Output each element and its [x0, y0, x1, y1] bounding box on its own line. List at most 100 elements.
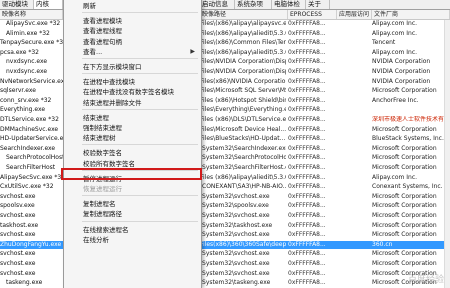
process-company: Microsoft Corporation — [372, 125, 437, 133]
menu-item-label: 结束进程 — [83, 113, 109, 122]
process-path: \System32\taskhost.exe — [200, 221, 273, 229]
menu-item[interactable]: 结束进程树 — [64, 132, 201, 144]
process-company: Microsoft Corporation — [372, 144, 437, 152]
menu-separator — [82, 108, 198, 110]
process-eprocess: 0xFFFFFA8... — [288, 48, 326, 56]
process-name: AlipaySecSvc.exe *32 — [0, 173, 63, 181]
menu-item-label: 查看进程模块 — [83, 17, 122, 26]
menu-item[interactable]: 在线分析 — [64, 234, 201, 246]
process-eprocess: 0xFFFFFA8... — [288, 20, 326, 27]
tab-startup-info[interactable]: 启动信息 — [200, 0, 235, 9]
process-eprocess: 0xFFFFFA8... — [288, 58, 326, 66]
column-header-eprocess[interactable]: EPROCESS — [288, 10, 337, 19]
process-path: Files\(x86)\alipay\aliedit\5.3.0.3... — [200, 29, 286, 37]
tab-pc-checkup[interactable]: 电脑体检 — [272, 0, 306, 9]
process-name: svchost.exe — [0, 231, 36, 239]
menu-item-label: 恢复进程运行 — [83, 185, 122, 193]
vertical-scrollbar[interactable] — [444, 20, 450, 288]
watermark: 百度经验 — [407, 275, 444, 285]
tab-system-misc[interactable]: 系统杂项 — [235, 0, 272, 9]
process-eprocess: 0xFFFFFA8... — [288, 125, 326, 133]
process-eprocess: 0xFFFFFA8... — [288, 183, 326, 191]
process-company: NVIDIA Corporation — [372, 77, 431, 85]
process-company: Microsoft Corporation — [372, 250, 437, 258]
process-company: Microsoft Corporation — [372, 87, 437, 95]
process-company: 360.cn — [372, 240, 393, 248]
column-header-path[interactable]: 映像路径 — [200, 10, 288, 19]
process-path: Files (x86)\alipay\aliedit\5.3.0.3... — [200, 173, 286, 181]
process-eprocess: 0xFFFFFA8... — [288, 68, 326, 75]
red-highlight-box — [61, 168, 202, 180]
submenu-arrow-icon: ▶ — [190, 47, 195, 55]
process-eprocess: 0xFFFFFA8... — [288, 164, 326, 171]
process-name: conn_srv.exe *32 — [0, 96, 52, 104]
menu-separator — [82, 12, 198, 14]
menu-item-label: 在线搜索进程名 — [83, 225, 129, 234]
tab-about[interactable]: 关于 — [306, 0, 330, 9]
process-path: \System32\svchost.exe — [200, 192, 270, 200]
process-eprocess: 0xFFFFFA8... — [288, 279, 326, 287]
menu-item[interactable]: 查看... ▶ — [64, 46, 201, 58]
process-name: SearchFilterHost — [6, 164, 56, 171]
process-path: \System32\SearchProtocolHost... — [200, 154, 286, 162]
process-name: taskhost.exe — [0, 221, 39, 229]
process-name: SearchIndexer.exe — [0, 144, 56, 152]
process-name: SearchProtocolHost — [6, 154, 63, 162]
menu-item[interactable]: 刷新 — [64, 0, 201, 12]
menu-item[interactable]: 结束进程并删除文件 — [64, 97, 201, 109]
tab-kernel[interactable]: 内核 — [34, 0, 63, 9]
process-company: Alipay.com Inc. — [372, 29, 418, 37]
process-name: svchost.exe — [0, 269, 36, 277]
process-path: \System32\SearchFilterHost.exe — [200, 164, 286, 171]
process-eprocess: 0xFFFFFA8... — [288, 144, 326, 152]
menu-item-label: 强制结束进程 — [83, 124, 122, 132]
process-company: Microsoft Corporation — [372, 192, 437, 200]
column-header-name[interactable]: 映像名称 — [0, 10, 63, 19]
process-path: Files(x86)\360\360Safe\deepsc... — [200, 240, 286, 248]
process-company: Microsoft Corporation — [372, 164, 437, 171]
process-name: ZhuDongFangYu.exe — [0, 240, 62, 248]
process-company: Microsoft Corporation — [372, 154, 437, 162]
process-eprocess: 0xFFFFFA8... — [288, 135, 326, 143]
menu-item[interactable]: 在下方显示模块窗口 — [64, 61, 201, 73]
process-path: Files\Microsoft SQL Server\MSSQ... — [200, 87, 286, 95]
menu-item[interactable]: 复制进程路径 — [64, 208, 201, 220]
process-eprocess: 0xFFFFFA8... — [288, 154, 326, 162]
menu-item-label: 在下方显示模块窗口 — [83, 63, 142, 71]
process-path: \CONEXANT\SA3\HP-NB-AIO... — [200, 183, 286, 191]
process-eprocess: 0xFFFFFA8... — [288, 260, 326, 267]
process-company: Microsoft Corporation — [372, 202, 437, 210]
process-company: Microsoft Corporation — [372, 212, 437, 219]
process-path: \System32\svchost.exe — [200, 260, 270, 267]
process-eprocess: 0xFFFFFA8... — [288, 173, 326, 181]
menu-item-label: 查看进程线程 — [83, 27, 122, 36]
menu-item-label: 在进程中查找没有数字签名模块 — [83, 88, 174, 97]
process-company: Tencent — [372, 39, 396, 47]
tab-driver-modules[interactable]: 驱动模块 — [0, 0, 34, 9]
process-name: nvxdsync.exe — [6, 68, 48, 75]
process-name: DMMachineSvc.exe — [0, 125, 59, 133]
process-company: Microsoft Corporation — [372, 260, 437, 267]
process-name: HD-UpdaterService.exe — [0, 135, 63, 143]
process-company: NVIDIA Corporation — [372, 68, 431, 75]
process-path: Files (x86)\DLS\DTLService.exe — [200, 116, 286, 123]
menu-separator — [82, 144, 198, 146]
process-name: spoolsv.exe — [0, 202, 35, 210]
process-name: svchost.exe — [0, 260, 36, 267]
process-eprocess: 0xFFFFFA8... — [288, 221, 326, 229]
process-name: AlipaySvc.exe *32 — [6, 20, 61, 27]
menu-item-label: 查看进程句柄 — [83, 37, 122, 46]
process-path: Files(x86)\NVIDIA Corporation\... — [200, 77, 286, 85]
process-path: Files\BlueStacks\HD-Updat... — [200, 135, 286, 143]
process-eprocess: 0xFFFFFA8... — [288, 269, 326, 277]
process-path: Files\(x86)\alipay\aliedit\5.3.0.3... — [200, 48, 286, 56]
column-header-access[interactable]: 应用层访问 — [337, 10, 372, 19]
process-company: Conexant Systems, Inc. — [372, 183, 443, 191]
process-name: TenpaySecure.exe *32 — [0, 39, 63, 47]
process-eprocess: 0xFFFFFA8... — [288, 231, 326, 239]
process-path: Files (x86)\Hotspot Shield\bin\cs... — [200, 96, 286, 104]
column-header-company[interactable]: 文件厂商 — [372, 10, 450, 19]
process-name: sqlservr.exe — [0, 87, 36, 95]
process-path: Files\(x86)\Common Files\Tencent... — [200, 39, 286, 47]
process-eprocess: 0xFFFFFA8... — [288, 29, 326, 37]
